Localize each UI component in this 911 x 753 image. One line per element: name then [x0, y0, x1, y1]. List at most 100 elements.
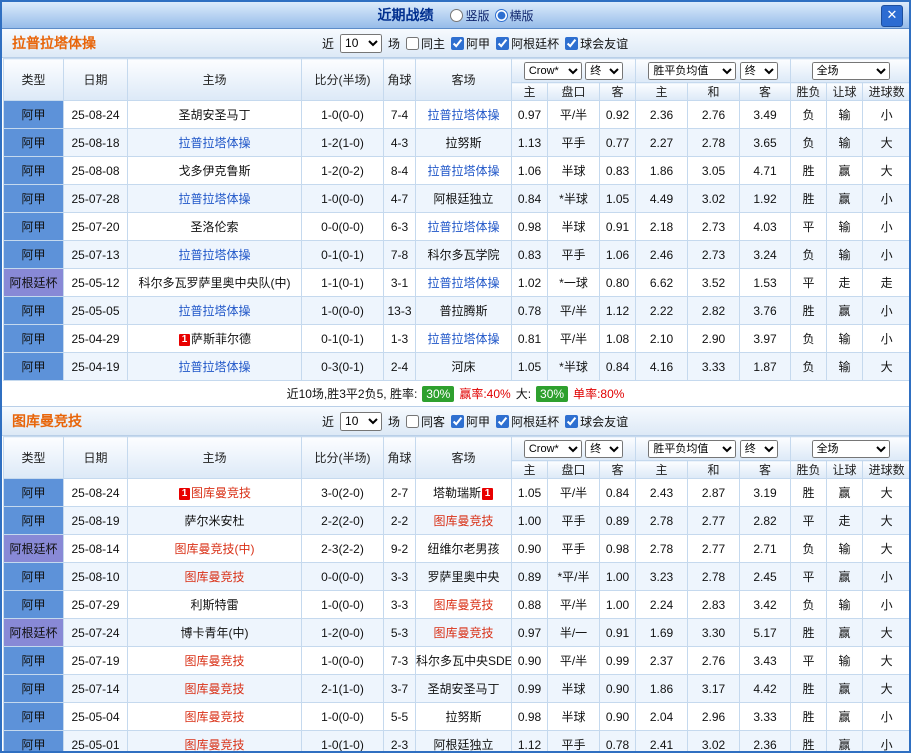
league-cell: 阿甲 [3, 478, 64, 507]
sub-column-header: 进球数 [862, 460, 909, 479]
score-cell: 0-0(0-0) [301, 562, 384, 591]
league-filter-checkbox[interactable]: 阿甲 [451, 35, 490, 52]
avg-home-cell: 2.36 [635, 100, 689, 129]
home-team-name: 圣胡安圣马丁 [178, 108, 251, 122]
layout-vertical-option[interactable]: 竖版 [450, 7, 490, 24]
same-venue-checkbox[interactable]: 同主 [406, 35, 445, 52]
final-select-2[interactable]: 终 [739, 439, 778, 458]
match-row: 阿甲 25-07-14 图库曼竞技 2-1(1-0) 3-7 圣胡安圣马丁 0.99 半球 0.… [3, 674, 909, 703]
bookmaker-select[interactable]: Crow* [523, 61, 582, 80]
final-select[interactable]: 终 [585, 439, 624, 458]
result-wdl-cell: 胜 [790, 618, 828, 647]
final-select[interactable]: 终 [585, 61, 624, 80]
column-header: 日期 [63, 436, 128, 479]
close-button[interactable]: ✕ [881, 5, 903, 27]
score-cell: 2-1(1-0) [301, 674, 384, 703]
league-filter-input[interactable] [496, 414, 510, 428]
handicap-cell: 平手 [547, 506, 600, 535]
league-cell: 阿根廷杯 [3, 268, 64, 297]
avg-draw-cell: 3.30 [687, 618, 741, 647]
avg-away-cell: 2.82 [739, 506, 792, 535]
home-team-name: 拉普拉塔体操 [178, 248, 251, 262]
same-venue-input[interactable] [406, 36, 420, 50]
corners-cell: 5-5 [383, 702, 416, 731]
league-filter-input[interactable] [565, 36, 579, 50]
league-filter-checkbox[interactable]: 阿根廷杯 [496, 35, 559, 52]
away-team-cell: 图库曼竞技 [415, 618, 512, 647]
league-filter-input[interactable] [565, 414, 579, 428]
odds-home-cell: 0.83 [511, 240, 548, 269]
home-team-name: 利斯特雷 [190, 598, 239, 612]
column-header: 客场 [415, 58, 512, 101]
match-row: 阿根廷杯 25-08-14 图库曼竞技(中) 2-3(2-2) 9-2 纽维尔老男孩 0.9… [3, 534, 909, 563]
avg-draw-cell: 3.02 [687, 184, 741, 213]
avg-draw-cell: 2.76 [687, 646, 741, 675]
date-cell: 25-07-13 [63, 240, 128, 269]
league-filter-checkbox[interactable]: 阿甲 [451, 413, 490, 430]
league-filter-checkbox[interactable]: 阿根廷杯 [496, 413, 559, 430]
home-team-name: 拉普拉塔体操 [178, 360, 251, 374]
home-team-cell: 戈多伊克鲁斯 [127, 156, 302, 185]
same-venue-checkbox[interactable]: 同客 [406, 413, 445, 430]
result-wdl-cell: 负 [790, 324, 828, 353]
score-cell: 0-1(0-1) [301, 240, 384, 269]
result-handicap-cell: 赢 [826, 562, 864, 591]
avg-odds-select[interactable]: 胜平负均值 [648, 439, 737, 458]
handicap-cell: 平/半 [547, 478, 600, 507]
league-cell: 阿甲 [3, 156, 64, 185]
league-filter-input[interactable] [451, 414, 465, 428]
match-count-select[interactable]: 10 [340, 411, 383, 431]
fullmatch-select[interactable]: 全场 [811, 439, 890, 458]
sub-column-header: 主 [511, 460, 548, 479]
result-goals-cell: 小 [862, 296, 909, 325]
layout-horizontal-option[interactable]: 横版 [494, 7, 534, 24]
result-goals-cell: 大 [862, 506, 909, 535]
final-select-2[interactable]: 终 [739, 61, 778, 80]
home-team-name: 戈多伊克鲁斯 [178, 164, 251, 178]
match-row: 阿甲 25-05-01 图库曼竞技 1-0(1-0) 2-3 阿根廷独立 1.12 平手 0.7… [3, 730, 909, 751]
result-handicap-cell: 赢 [826, 730, 864, 751]
league-filter-checkbox[interactable]: 球会友谊 [565, 35, 628, 52]
near-label: 近 [322, 414, 335, 429]
result-handicap-cell: 走 [826, 506, 864, 535]
match-row: 阿甲 25-08-10 图库曼竞技 0-0(0-0) 3-3 罗萨里奥中央 0.89 *平/半… [3, 562, 909, 591]
vertical-radio[interactable] [450, 8, 464, 22]
bookmaker-select[interactable]: Crow* [523, 439, 582, 458]
match-row: 阿甲 25-07-20 圣洛伦索 0-0(0-0) 6-3 拉普拉塔体操 0.98 半球 0.9… [3, 212, 909, 241]
date-cell: 25-08-18 [63, 128, 128, 157]
avg-away-cell: 1.92 [739, 184, 792, 213]
result-handicap-cell: 输 [826, 240, 864, 269]
league-filter-input[interactable] [451, 36, 465, 50]
score-cell: 1-0(0-0) [301, 590, 384, 619]
date-cell: 25-08-08 [63, 156, 128, 185]
odds-away-cell: 0.91 [598, 212, 637, 241]
result-wdl-cell: 胜 [790, 478, 828, 507]
filter-bar: 近 10 场 同主 阿甲 阿根廷杯 球会友谊 [322, 33, 628, 53]
away-team-name: 阿根廷独立 [433, 192, 494, 206]
league-filter-input[interactable] [496, 36, 510, 50]
avg-home-cell: 4.49 [635, 184, 689, 213]
avg-away-cell: 3.43 [739, 646, 792, 675]
horizontal-radio[interactable] [494, 8, 508, 22]
filter-bar: 近 10 场 同客 阿甲 阿根廷杯 球会友谊 [322, 411, 628, 431]
result-handicap-cell: 输 [826, 534, 864, 563]
league-cell: 阿根廷杯 [3, 618, 64, 647]
home-team-name: 拉普拉塔体操 [178, 304, 251, 318]
odds-away-cell: 0.84 [598, 478, 637, 507]
fullmatch-select[interactable]: 全场 [811, 61, 890, 80]
league-cell: 阿甲 [3, 646, 64, 675]
away-team-name: 拉努斯 [445, 710, 482, 724]
same-venue-input[interactable] [406, 414, 420, 428]
away-team-cell: 河床 [415, 352, 512, 381]
date-cell: 25-07-28 [63, 184, 128, 213]
avg-home-cell: 2.78 [635, 506, 689, 535]
avg-away-cell: 4.71 [739, 156, 792, 185]
result-handicap-cell: 走 [826, 268, 864, 297]
home-team-name: 拉普拉塔体操 [178, 192, 251, 206]
match-count-select[interactable]: 10 [340, 33, 383, 53]
avg-away-cell: 3.33 [739, 702, 792, 731]
avg-odds-select[interactable]: 胜平负均值 [648, 61, 737, 80]
away-team-cell: 罗萨里奥中央 [415, 562, 512, 591]
home-team-cell: 拉普拉塔体操 [127, 184, 302, 213]
league-filter-checkbox[interactable]: 球会友谊 [565, 413, 628, 430]
